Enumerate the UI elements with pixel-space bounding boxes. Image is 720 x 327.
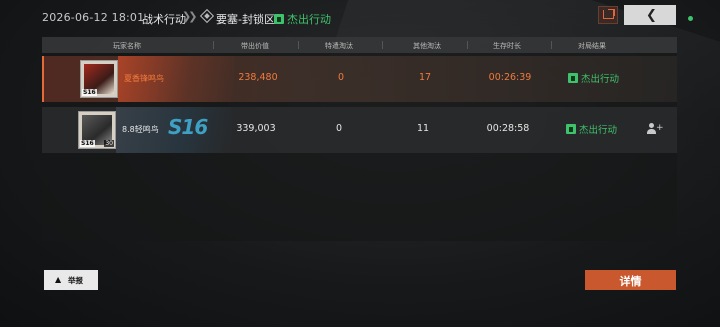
report-label: 举报 (68, 276, 83, 285)
special-kills: 0 (335, 123, 343, 134)
season-badge: S16 (82, 89, 97, 96)
warning-icon: ▲ (55, 275, 62, 284)
extracted-value: 238,480 (238, 72, 278, 83)
special-kills: 0 (337, 72, 345, 83)
other-kills: 11 (416, 123, 430, 134)
player-name: 夏香锋鸣鸟 (124, 74, 164, 83)
details-button[interactable]: 详情 (585, 270, 676, 290)
top-bar: 2026-06-12 18:01 战术行动 ❯❯ 要塞-封锁区 杰出行动 ❮ (0, 0, 720, 36)
row-result: 杰出行动 (568, 71, 619, 85)
survival-time: 00:28:58 (486, 123, 530, 134)
survival-time: 00:26:39 (488, 72, 532, 83)
extracted-value: 339,003 (236, 123, 276, 134)
chevron-left-icon: ❮ (646, 8, 657, 23)
match-mode: 战术行动 (142, 13, 186, 26)
avatar[interactable]: S16 (80, 60, 118, 98)
diamond-map-icon (199, 8, 215, 24)
season-badge: S16 (80, 140, 95, 147)
result-icon (566, 124, 576, 134)
column-header-other-kills: 其他淘汰 (413, 42, 441, 50)
table-row[interactable]: S16 S16 30 8.8轻鸣鸟 339,003 0 11 00:28:58 … (42, 107, 677, 153)
player-name: 8.8轻鸣鸟 (122, 125, 159, 134)
avatar[interactable]: S16 30 (78, 111, 116, 149)
match-map: 要塞-封锁区 (216, 13, 275, 26)
row-result: 杰出行动 (566, 122, 617, 136)
back-button[interactable]: ❮ (624, 5, 676, 25)
level-badge: 30 (104, 140, 114, 147)
banner-season-text: S16 (168, 115, 208, 139)
details-label: 详情 (619, 275, 642, 288)
match-timestamp: 2026-06-12 18:01 (42, 11, 145, 24)
column-header-result: 对局结果 (578, 42, 606, 50)
share-button[interactable] (598, 6, 618, 24)
scoreboard-panel: 玩家名称 带出价值 特遣淘汰 其他淘汰 生存时长 对局结果 S16 夏香锋鸣鸟 … (42, 37, 677, 241)
match-result-label: 杰出行动 (287, 13, 331, 26)
column-header-survival: 生存时长 (493, 42, 521, 50)
add-friend-icon[interactable]: + (647, 123, 664, 135)
result-icon (274, 14, 284, 24)
result-icon (568, 73, 578, 83)
table-row[interactable]: S16 夏香锋鸣鸟 238,480 0 17 00:26:39 杰出行动 (42, 56, 677, 102)
double-chevron-right-icon: ❯❯ (182, 10, 198, 23)
table-header: 玩家名称 带出价值 特遣淘汰 其他淘汰 生存时长 对局结果 (42, 37, 677, 53)
status-dot (688, 16, 693, 21)
column-header-player: 玩家名称 (113, 42, 141, 50)
match-result: 杰出行动 (274, 11, 331, 27)
row-result-label: 杰出行动 (579, 125, 618, 136)
row-result-label: 杰出行动 (581, 74, 620, 85)
column-header-value: 带出价值 (241, 42, 269, 50)
column-header-special-kills: 特遣淘汰 (325, 42, 353, 50)
report-button[interactable]: ▲ 举报 (44, 270, 98, 290)
other-kills: 17 (418, 72, 432, 83)
